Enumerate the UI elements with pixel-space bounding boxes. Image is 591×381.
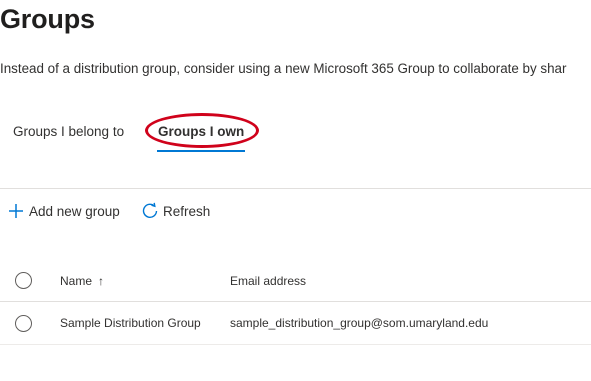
selected-tab-indicator (157, 150, 245, 152)
page-title: Groups (0, 4, 95, 34)
column-header-name[interactable]: Name ↑ (60, 274, 104, 288)
page-description: Instead of a distribution group, conside… (0, 61, 567, 76)
highlight-annotation-ring (145, 113, 259, 148)
plus-icon (7, 202, 25, 220)
add-new-group-label: Add new group (29, 203, 120, 219)
column-header-email[interactable]: Email address (230, 274, 306, 288)
column-header-name-label: Name (60, 274, 93, 288)
table-row-email: sample_distribution_group@som.umaryland.… (230, 316, 489, 330)
table-row-divider (0, 344, 591, 345)
divider (0, 188, 591, 189)
table-row-name[interactable]: Sample Distribution Group (60, 316, 201, 330)
refresh-button[interactable]: Refresh (141, 202, 210, 220)
tab-groups-i-belong-to[interactable]: Groups I belong to (13, 124, 124, 139)
table-header-divider (0, 301, 591, 302)
select-all-radio[interactable] (15, 272, 32, 289)
row-select-radio[interactable] (15, 315, 32, 332)
refresh-label: Refresh (163, 203, 211, 219)
arrow-up-icon: ↑ (98, 274, 105, 288)
add-new-group-button[interactable]: Add new group (7, 202, 120, 220)
refresh-icon (141, 202, 159, 220)
